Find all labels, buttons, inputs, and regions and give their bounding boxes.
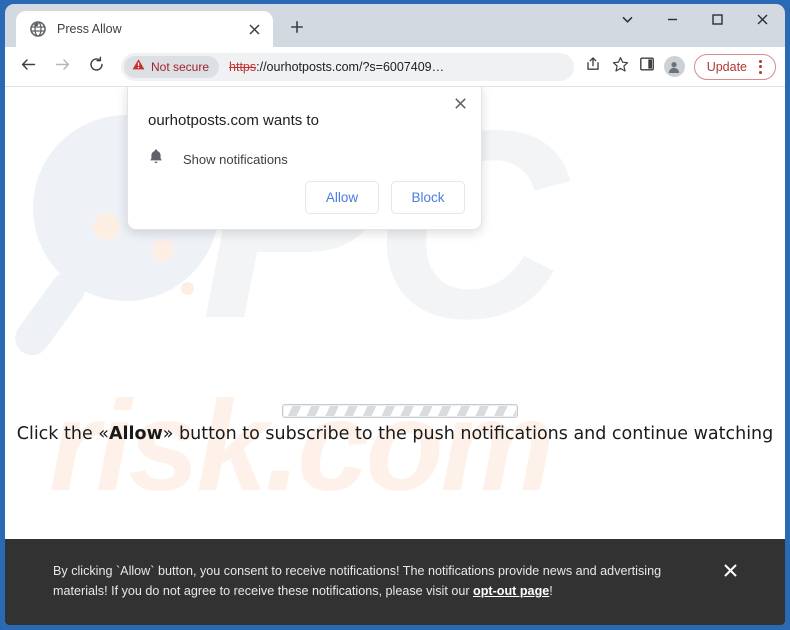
update-button[interactable]: Update [693,53,776,80]
reload-icon [88,56,105,78]
consent-banner-text: By clicking `Allow` button, you consent … [53,562,708,601]
close-icon [723,563,738,583]
chevron-down-icon [621,13,634,31]
consent-banner: By clicking `Allow` button, you consent … [5,539,785,625]
minimize-icon [666,13,679,31]
share-button[interactable] [580,53,607,80]
arrow-right-icon [54,56,71,78]
plus-icon [290,20,304,39]
loading-progress-bar [282,404,518,418]
update-label: Update [706,59,747,74]
maximize-button[interactable] [695,4,740,40]
forward-button[interactable] [47,52,77,82]
new-tab-button[interactable] [283,15,311,43]
dialog-permission-row: Show notifications [144,148,465,170]
watermark-dot [181,282,194,295]
minimize-button[interactable] [650,4,695,40]
address-bar[interactable]: Not secure https://ourhotposts.com/?s=60… [121,52,574,81]
close-icon [454,97,467,115]
cta-allow-word: Allow [109,424,163,444]
block-button[interactable]: Block [391,181,465,214]
watermark-risk-text: risk.com [49,375,554,518]
dialog-actions: Allow Block [305,181,465,214]
cta-prefix: Click the « [16,424,109,444]
cta-suffix: » button to subscribe to the push notifi… [162,424,774,444]
star-icon [612,56,629,78]
profile-avatar-icon [663,56,685,77]
page-content: PC risk.com Click the «Allow» button to … [5,87,785,625]
globe-icon [29,21,46,38]
arrow-left-icon [20,56,37,78]
notification-permission-dialog: ourhotposts.com wants to Show notificati… [127,87,482,230]
allow-button[interactable]: Allow [305,181,379,214]
dialog-title: ourhotposts.com wants to [148,112,319,129]
security-status-label: Not secure [151,59,210,74]
dialog-permission-label: Show notifications [183,151,288,167]
maximize-icon [711,13,724,31]
kebab-menu-icon[interactable] [749,56,771,78]
browser-tab[interactable]: Press Allow [16,11,273,47]
side-panel-icon [639,56,655,77]
tab-strip: Press Allow [5,4,785,47]
back-button[interactable] [13,52,43,82]
consent-banner-close-button[interactable] [714,557,746,589]
bookmark-button[interactable] [607,53,634,80]
tab-title: Press Allow [57,22,122,36]
url-scheme: https [229,59,257,74]
window-close-button[interactable] [740,4,785,40]
page-call-to-action: Click the «Allow» button to subscribe to… [5,424,785,444]
security-status-badge[interactable]: Not secure [124,55,220,78]
browser-toolbar: Not secure https://ourhotposts.com/?s=60… [5,47,785,87]
side-panel-button[interactable] [634,53,661,80]
bell-icon [148,148,164,170]
browser-window: Press Allow Not secure https://ourhotpos… [0,0,790,630]
watermark-magnifier-handle [8,265,92,362]
watermark-dot [93,213,120,240]
watermark-dot [152,239,174,261]
opt-out-link[interactable]: opt-out page [473,584,549,598]
url-rest: ://ourhotposts.com/?s=6007409… [256,59,445,74]
profile-button[interactable] [661,53,688,80]
consent-text-part1: By clicking `Allow` button, you consent … [53,564,662,598]
reload-button[interactable] [81,52,111,82]
warning-triangle-icon [132,58,145,76]
tab-search-button[interactable] [605,4,650,40]
close-icon [756,13,769,31]
window-controls [605,4,785,40]
consent-text-part2: ! [549,584,553,598]
url-text: https://ourhotposts.com/?s=6007409… [229,60,444,74]
tab-close-icon[interactable] [244,19,264,39]
share-icon [585,56,601,77]
dialog-close-button[interactable] [447,93,473,119]
